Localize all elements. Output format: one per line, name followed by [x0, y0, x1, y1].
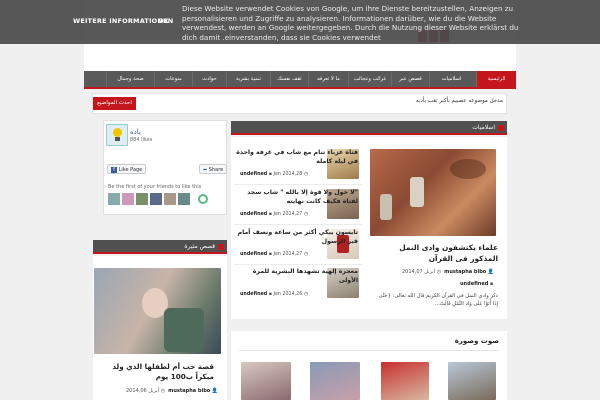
folder-icon: ▪: [268, 292, 272, 297]
story-title[interactable]: قصة حب أم لطفلها الذي ولد مبكراً ب100 يو…: [96, 362, 214, 382]
featured-article-title[interactable]: علماء يكتشفون وادى النمل المذكور فى القر…: [372, 243, 498, 264]
featured-article-date: أبريل 2014,07: [402, 269, 435, 275]
nav-educate[interactable]: ثقف نفسك: [270, 71, 308, 87]
photos-section-title[interactable]: صوت وصورة: [455, 337, 499, 345]
photo-thumbnail[interactable]: [310, 362, 360, 400]
facebook-likes: 884 likes: [130, 137, 153, 143]
nav-oddities[interactable]: غرائب وعجائب: [348, 71, 391, 87]
clock-icon: ◷: [436, 269, 441, 275]
friend-avatar[interactable]: [178, 193, 190, 205]
featured-article-meta: أبريل 2014,07 ◷ mustapha bibo 👤: [402, 269, 494, 275]
clock-icon: ◷: [303, 292, 308, 297]
nav-islamic[interactable]: اسلاميات: [429, 71, 473, 87]
article-meta: undefined ▪ Jan 2014,27 ◷: [240, 212, 308, 217]
nav-home[interactable]: الرئيسية: [476, 71, 516, 87]
friend-avatar[interactable]: [164, 193, 176, 205]
featured-article-category[interactable]: undefined: [460, 281, 488, 287]
nav-unknown[interactable]: ما لا تعرفه: [308, 71, 348, 87]
clock-icon: ◷: [303, 172, 308, 177]
divider: [234, 184, 362, 185]
friend-avatar[interactable]: [136, 193, 148, 205]
facebook-page-name[interactable]: ياده: [130, 128, 141, 136]
folder-icon: ▪: [268, 172, 272, 177]
main-nav: الرئيسية اسلاميات قصص عبر غرائب وعجائب م…: [84, 71, 516, 89]
folder-icon: ▪: [489, 281, 494, 287]
article-title[interactable]: "لا حول ولا قوة إلا بالله " شاب سجد لفتا…: [234, 189, 358, 206]
featured-article-image[interactable]: [370, 149, 496, 236]
divider: [234, 224, 362, 225]
friend-avatar[interactable]: [150, 193, 162, 205]
friend-avatar[interactable]: [108, 193, 120, 205]
story-date: أبريل 2014,06: [126, 388, 159, 394]
photo-thumbnail[interactable]: [448, 362, 496, 400]
article-title[interactable]: فتاة عزباء تنام مع شاب في غرفة واحدة في …: [234, 149, 358, 166]
article-title[interactable]: معجزة إلهية تشهدها البشرية للمرة الأولى: [234, 268, 358, 285]
featured-article-excerpt: ذكر وادي النمل في القرآن الكريم قال الله…: [378, 293, 498, 307]
facebook-messenger-icon: [198, 194, 208, 204]
share-button[interactable]: ➦ Share: [199, 164, 228, 174]
folder-icon: ▪: [268, 252, 272, 257]
photo-thumbnail[interactable]: [381, 362, 429, 400]
article-meta: undefined ▪ Jan 2014,28 ◷: [240, 172, 308, 177]
cookie-bar: WEITERE INFORMATIONEN OK Diese Website v…: [0, 0, 600, 44]
clock-icon: ◷: [303, 212, 308, 217]
article-meta: undefined ▪ Jan 2014,26 ◷: [240, 292, 308, 297]
user-icon: 👤: [211, 388, 219, 394]
article-category[interactable]: undefined: [240, 252, 267, 257]
ticker-text[interactable]: مدخل موضوعه عصبيم بأكبر تقب بأدبه: [373, 98, 503, 104]
section-marker-icon: [498, 125, 504, 131]
facebook-icon: f: [111, 166, 117, 173]
ok-button[interactable]: OK: [158, 17, 169, 25]
clock-icon: ◷: [160, 388, 165, 394]
like-page-label: Like Page: [118, 167, 143, 173]
news-ticker: احدث المواضيع مدخل موضوعه عصبيم بأكبر تق…: [92, 93, 507, 114]
friend-avatar[interactable]: [122, 193, 134, 205]
article-date: Jan 2014,26: [273, 292, 303, 297]
story-author[interactable]: mustapha bibo: [168, 388, 210, 394]
like-page-button[interactable]: f Like Page: [107, 164, 147, 174]
islamic-section-header: اسلاميات: [231, 121, 507, 135]
featured-article-author[interactable]: mustapha bibo: [444, 269, 486, 275]
featured-article-category-row: undefined ▪: [460, 281, 493, 287]
article-date: Jan 2014,27: [273, 252, 303, 257]
stories-section-title[interactable]: قصص مثيرة: [184, 240, 215, 254]
stories-section-header: قصص مثيرة: [93, 240, 227, 254]
islamic-section-title[interactable]: اسلاميات: [472, 121, 495, 135]
article-category[interactable]: undefined: [240, 292, 267, 297]
share-icon: ➦: [203, 167, 208, 173]
nav-stories[interactable]: قصص عبر: [391, 71, 429, 87]
article-meta: undefined ▪ Jan 2014,27 ◷: [240, 252, 308, 257]
story-meta: أبريل 2014,06 ◷ mustapha bibo 👤: [126, 388, 218, 394]
facebook-page-avatar: [106, 124, 128, 146]
folder-icon: ▪: [268, 212, 272, 217]
nav-misc[interactable]: منوعات: [154, 71, 192, 87]
clock-icon: ◷: [303, 252, 308, 257]
ticker-label: احدث المواضيع: [93, 97, 136, 110]
user-icon: 👤: [487, 269, 495, 275]
photo-thumbnail[interactable]: [241, 362, 291, 400]
share-label: Share: [208, 167, 224, 173]
facebook-friends-text: Be the first of your friends to like thi…: [108, 184, 202, 190]
nav-accidents[interactable]: حوادث: [192, 71, 226, 87]
article-category[interactable]: undefined: [240, 172, 267, 177]
cookie-message: Diese Website verwendet Cookies von Goog…: [182, 4, 519, 42]
nav-development[interactable]: تنمية بشرية: [226, 71, 270, 87]
nav-health[interactable]: صحة وجمال: [106, 71, 154, 87]
article-date: Jan 2014,27: [273, 212, 303, 217]
divider: [239, 350, 499, 351]
article-title[interactable]: تايسون يبكي أكثر من ساعة ونصف أمام قبر ا…: [234, 229, 358, 246]
article-date: Jan 2014,28: [273, 172, 303, 177]
story-image[interactable]: [94, 268, 221, 354]
divider: [234, 264, 362, 265]
section-marker-icon: [218, 244, 224, 250]
article-category[interactable]: undefined: [240, 212, 267, 217]
